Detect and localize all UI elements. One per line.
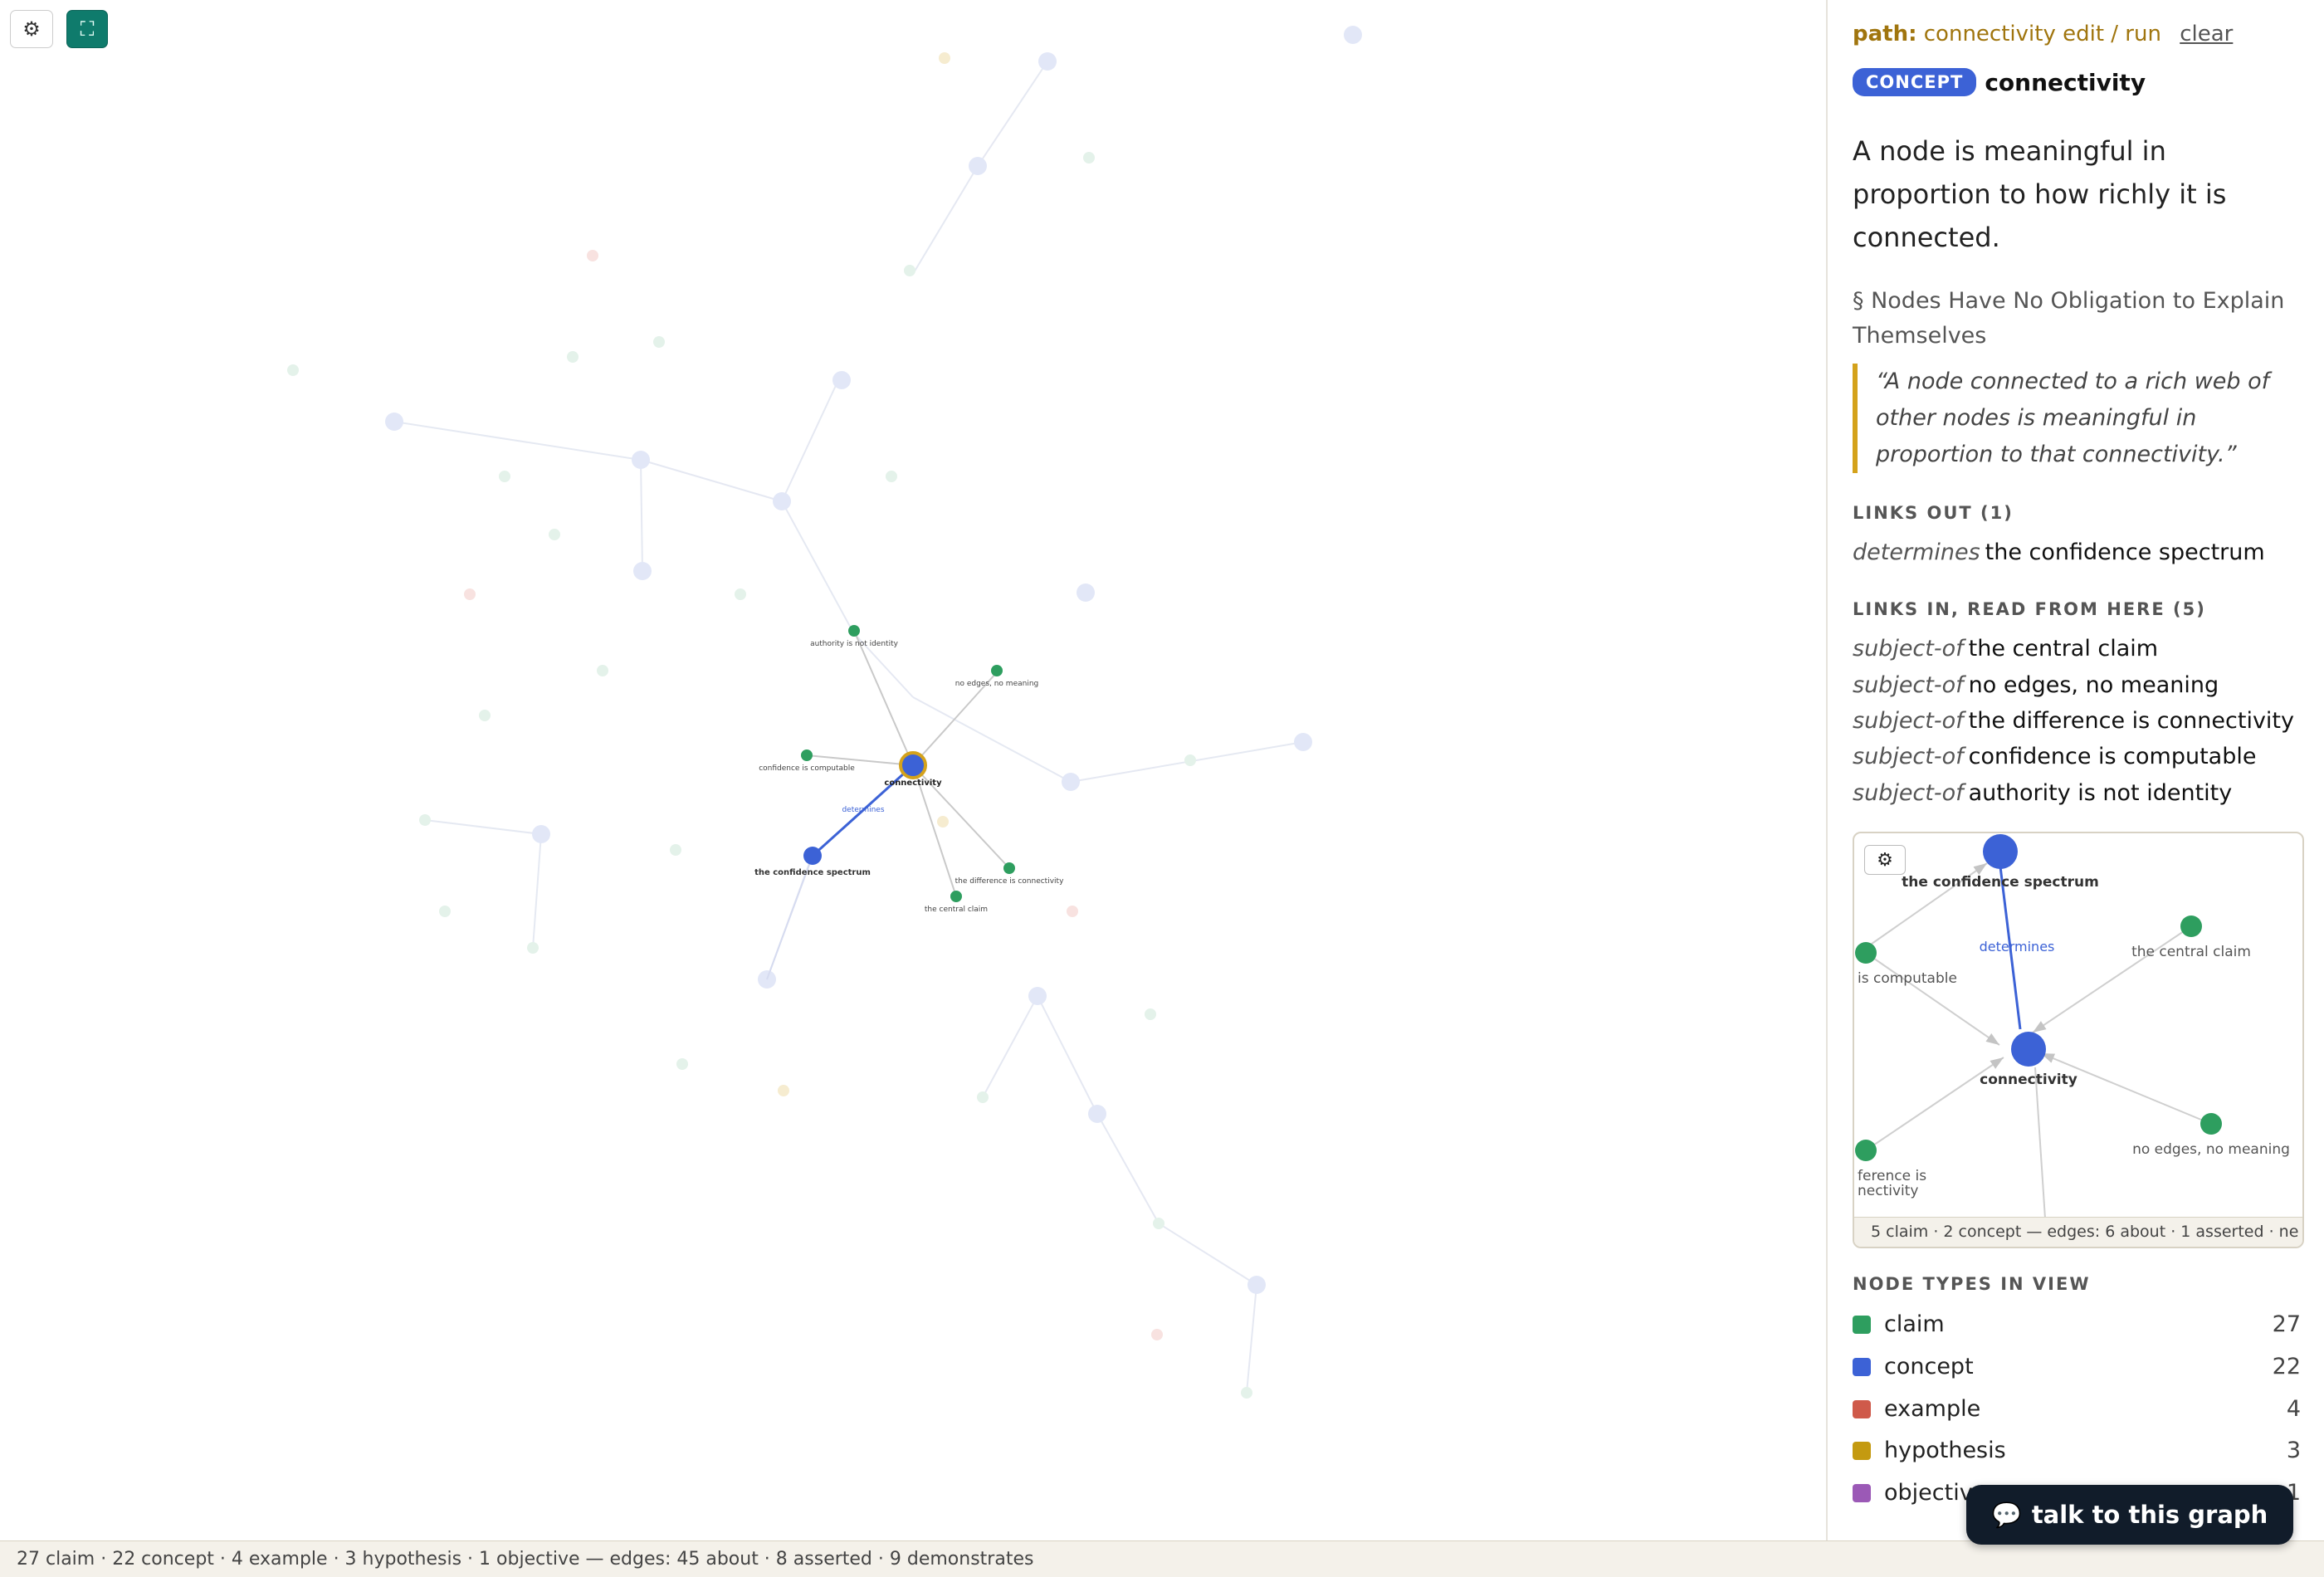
node-label: nectivity xyxy=(1858,1183,1918,1199)
mini-graph[interactable]: determines the confidence spectrum the c… xyxy=(1853,832,2304,1248)
path-row: path: connectivity edit / run clear xyxy=(1853,22,2233,46)
node-label: the confidence spectrum xyxy=(754,868,871,877)
node-no-edges-no-meaning[interactable]: no edges, no meaning xyxy=(955,665,1039,688)
link-target: authority is not identity xyxy=(1968,780,2233,806)
graph-canvas[interactable]: determines authority is not identity no … xyxy=(0,0,1826,1540)
node-label: the central claim xyxy=(925,906,988,914)
fullscreen-icon: ⛶ xyxy=(80,17,95,41)
type-name: example xyxy=(1884,1396,1981,1422)
type-count: 22 xyxy=(2272,1354,2301,1379)
type-swatch xyxy=(1853,1357,1871,1376)
mini-node-the-central-claim[interactable]: the central claim xyxy=(2131,915,2251,960)
node-the-confidence-spectrum[interactable]: the confidence spectrum xyxy=(754,847,871,877)
type-badge: CONCEPT xyxy=(1853,68,1977,96)
type-name: hypothesis xyxy=(1884,1438,2006,1463)
node-connectivity-focus[interactable]: connectivity xyxy=(884,751,942,788)
type-name: concept xyxy=(1884,1354,1974,1379)
path-value: connectivity edit / run xyxy=(1923,22,2161,46)
clear-link[interactable]: clear xyxy=(2180,22,2233,46)
link-relation: subject-of xyxy=(1853,780,1964,806)
detail-panel: path: connectivity edit / run clear CONC… xyxy=(1826,0,2324,1540)
link-in-item[interactable]: subject-of the difference is connectivity xyxy=(1853,708,2294,734)
fullscreen-button[interactable]: ⛶ xyxy=(66,10,108,48)
links-in-heading: LINKS IN, READ FROM HERE (5) xyxy=(1853,599,2206,619)
mini-node-the-difference-is-connectivity[interactable]: ference is nectivity xyxy=(1855,1140,1926,1199)
type-swatch xyxy=(1853,1315,1871,1334)
link-out-item[interactable]: determines the confidence spectrum xyxy=(1853,540,2265,565)
link-relation: determines xyxy=(1853,540,1980,565)
mini-graph-svg[interactable]: determines the confidence spectrum the c… xyxy=(1854,833,2302,1218)
link-target: confidence is computable xyxy=(1968,744,2257,769)
mini-node-the-confidence-spectrum[interactable]: the confidence spectrum xyxy=(1902,834,2099,891)
node-label: the central claim xyxy=(2131,944,2251,960)
link-in-item[interactable]: subject-of authority is not identity xyxy=(1853,780,2232,806)
type-count: 4 xyxy=(2286,1396,2301,1422)
mini-node-no-edges-no-meaning[interactable]: no edges, no meaning xyxy=(2132,1113,2290,1158)
type-name: claim xyxy=(1884,1311,1945,1337)
node-label: confidence is computable xyxy=(759,764,855,773)
link-relation: subject-of xyxy=(1853,744,1964,769)
node-label: is computable xyxy=(1858,970,1957,987)
determines-edge-label: determines xyxy=(842,806,884,814)
section-reference[interactable]: § Nodes Have No Obligation to Explain Th… xyxy=(1853,284,2301,354)
talk-to-graph-button[interactable]: 💬 talk to this graph xyxy=(1966,1485,2293,1545)
type-swatch xyxy=(1853,1483,1871,1502)
type-count: 27 xyxy=(2272,1311,2301,1337)
node-the-difference-is-connectivity[interactable]: the difference is connectivity xyxy=(955,862,1064,886)
background-edges xyxy=(393,61,1304,1394)
speech-bubble-icon: 💬 xyxy=(1991,1500,2022,1529)
node-label: the confidence spectrum xyxy=(1902,874,2099,891)
settings-button[interactable]: ⚙ xyxy=(10,10,53,48)
talk-button-label: talk to this graph xyxy=(2031,1501,2268,1529)
link-target: no edges, no meaning xyxy=(1968,672,2219,698)
node-types-heading: NODE TYPES IN VIEW xyxy=(1853,1274,2091,1294)
node-authority-is-not-identity[interactable]: authority is not identity xyxy=(810,625,899,648)
graph-status-bar: 27 claim · 22 concept · 4 example · 3 hy… xyxy=(0,1540,2324,1577)
path-label: path: xyxy=(1853,22,1917,46)
gear-icon: ⚙ xyxy=(1877,849,1893,871)
node-title: connectivity xyxy=(1985,68,2146,96)
source-quote: “A node connected to a rich web of other… xyxy=(1853,364,2299,473)
node-description: A node is meaningful in proportion to ho… xyxy=(1853,135,2227,253)
node-the-central-claim[interactable]: the central claim xyxy=(925,891,988,914)
node-confidence-is-computable[interactable]: confidence is computable xyxy=(759,749,855,773)
node-label: the difference is connectivity xyxy=(955,877,1064,886)
node-header: CONCEPT connectivity xyxy=(1853,68,2146,96)
link-target: the difference is connectivity xyxy=(1968,708,2294,734)
link-in-item[interactable]: subject-of the central claim xyxy=(1853,636,2158,662)
type-swatch xyxy=(1853,1441,1871,1460)
type-row-hypothesis[interactable]: hypothesis 3 xyxy=(1853,1438,2301,1463)
node-label: no edges, no meaning xyxy=(955,680,1039,688)
link-relation: subject-of xyxy=(1853,708,1964,734)
graph-svg[interactable]: determines authority is not identity no … xyxy=(0,0,1826,1540)
node-label: authority is not identity xyxy=(810,640,899,648)
link-target: the confidence spectrum xyxy=(1985,540,2265,565)
type-row-example[interactable]: example 4 xyxy=(1853,1396,2301,1422)
mini-node-connectivity[interactable]: connectivity xyxy=(1980,1032,2077,1088)
type-row-concept[interactable]: concept 22 xyxy=(1853,1354,2301,1379)
background-nodes xyxy=(287,26,1362,1399)
node-label: no edges, no meaning xyxy=(2132,1141,2290,1158)
link-target: the central claim xyxy=(1968,636,2159,662)
node-label: connectivity xyxy=(1980,1072,2077,1088)
type-swatch xyxy=(1853,1399,1871,1418)
mini-graph-settings-button[interactable]: ⚙ xyxy=(1864,845,1906,875)
gear-icon: ⚙ xyxy=(22,17,41,41)
link-in-item[interactable]: subject-of no edges, no meaning xyxy=(1853,672,2219,698)
links-out-heading: LINKS OUT (1) xyxy=(1853,503,2014,523)
mini-node-confidence-is-computable[interactable]: is computable xyxy=(1855,942,1957,987)
type-count: 3 xyxy=(2286,1438,2301,1463)
link-relation: subject-of xyxy=(1853,672,1964,698)
node-label: ference is xyxy=(1858,1168,1926,1184)
node-label: connectivity xyxy=(884,779,942,788)
link-in-item[interactable]: subject-of confidence is computable xyxy=(1853,744,2256,769)
mini-graph-stats: 5 claim · 2 concept — edges: 6 about · 1… xyxy=(1854,1217,2302,1247)
type-row-claim[interactable]: claim 27 xyxy=(1853,1311,2301,1337)
mini-edge-label: determines xyxy=(1980,939,2055,954)
link-relation: subject-of xyxy=(1853,636,1964,662)
